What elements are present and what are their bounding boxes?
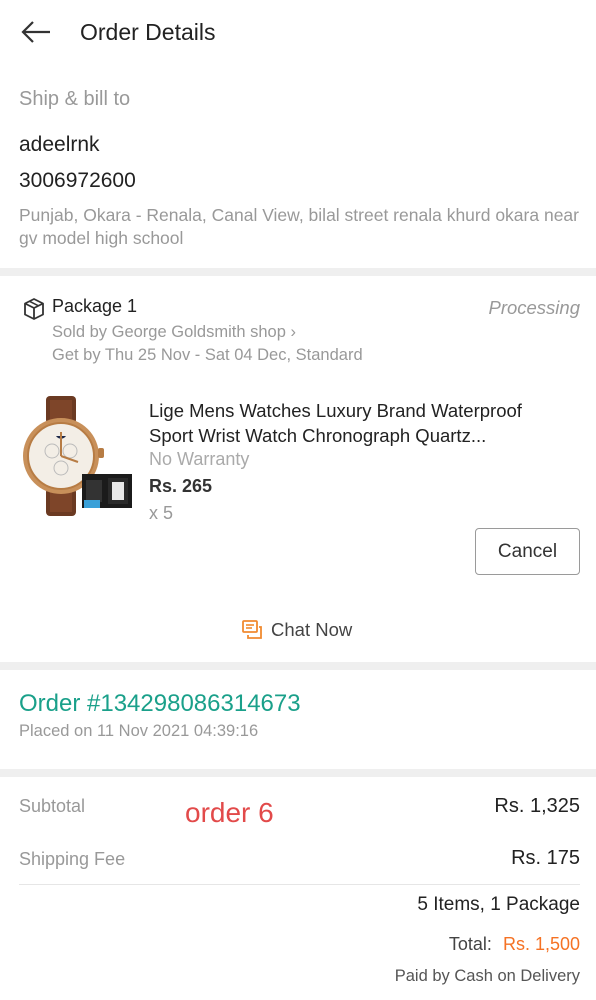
seller-link[interactable]: Sold by George Goldsmith shop ›: [52, 323, 296, 342]
shipping-fee-label: Shipping Fee: [19, 849, 126, 869]
recipient-name: adeelrnk: [19, 133, 100, 156]
total-value: Rs. 1,500: [502, 934, 580, 954]
package-label: Package 1: [52, 296, 138, 316]
subtotal-value: Rs. 1,325: [494, 795, 580, 817]
product-thumbnail[interactable]: [18, 396, 134, 516]
ship-bill-heading: Ship & bill to: [19, 88, 131, 110]
recipient-phone: 3006972600: [19, 169, 136, 192]
chat-icon: [242, 620, 262, 639]
subtotal-label: Subtotal: [19, 796, 86, 816]
order-number: Order #134298086314673: [19, 690, 301, 717]
delivery-estimate: Get by Thu 25 Nov - Sat 04 Dec, Standard: [52, 346, 363, 364]
shipping-fee-value: Rs. 175: [511, 847, 580, 869]
recipient-address: Punjab, Okara - Renala, Canal View, bila…: [19, 205, 579, 248]
section-divider: [0, 769, 596, 777]
back-button[interactable]: [18, 14, 54, 50]
total-label: Total:: [448, 934, 492, 954]
arrow-left-icon: [21, 21, 50, 43]
product-price: Rs. 265: [149, 476, 213, 496]
summary-divider: [19, 884, 580, 885]
handwritten-annotation: order 6: [185, 797, 274, 828]
package-status: Processing: [488, 297, 580, 318]
chat-now-label: Chat Now: [271, 619, 353, 640]
order-placed-date: Placed on 11 Nov 2021 04:39:16: [19, 722, 259, 740]
top-bar: Order Details: [0, 0, 596, 66]
cancel-button[interactable]: Cancel: [475, 528, 580, 575]
items-count: 5 Items, 1 Package: [417, 894, 580, 915]
section-divider: [0, 268, 596, 276]
payment-method: Paid by Cash on Delivery: [394, 967, 580, 985]
product-title[interactable]: Lige Mens Watches Luxury Brand Waterproo…: [149, 398, 569, 448]
product-warranty: No Warranty: [149, 449, 250, 469]
chat-now-button[interactable]: Chat Now: [241, 619, 352, 641]
section-divider: [0, 662, 596, 670]
page-title: Order Details: [80, 19, 216, 45]
product-quantity: x 5: [149, 503, 174, 523]
package-box-icon: [24, 298, 44, 320]
order-total: Total: Rs. 1,500: [449, 934, 580, 955]
